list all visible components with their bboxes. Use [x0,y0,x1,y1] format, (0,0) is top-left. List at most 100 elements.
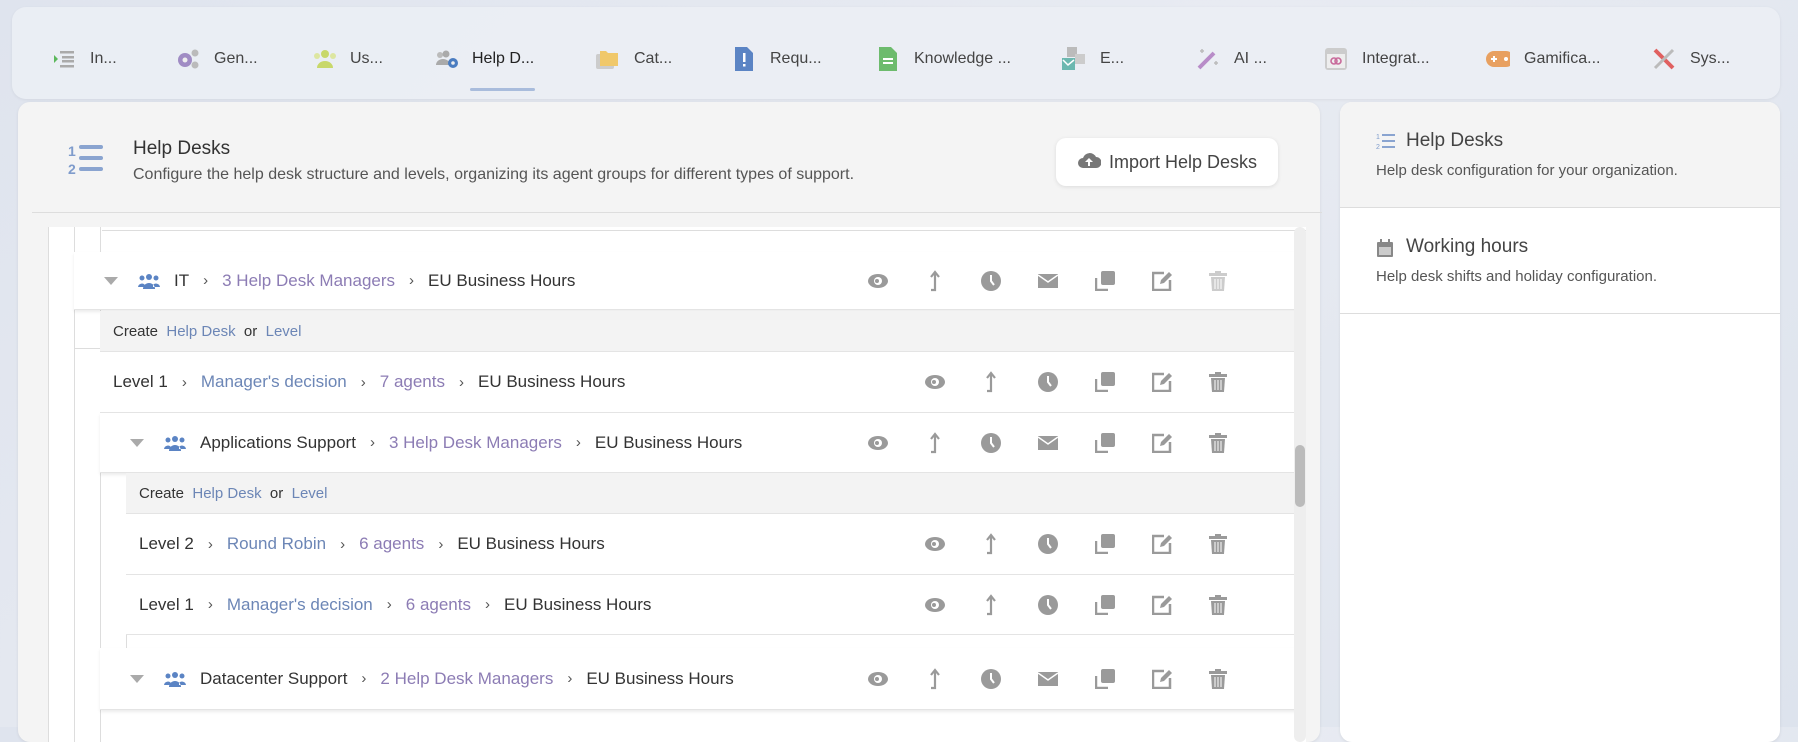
side-section-working-hours[interactable]: Working hours Help desk shifts and holid… [1340,208,1780,314]
assignment-method-link[interactable]: Manager's decision [227,595,373,615]
create-level-link[interactable]: Level [292,485,328,502]
collapse-caret-icon[interactable] [104,276,118,285]
level-name: Level 1 [113,372,168,391]
edit-icon[interactable] [1151,271,1172,291]
desk-name: IT [174,270,190,290]
escalate-arrow-icon[interactable] [984,533,998,555]
tab-gamification[interactable]: Gamifica... [1486,41,1600,77]
trash-icon[interactable] [1209,372,1228,392]
tab-users[interactable]: Us... [312,41,383,77]
agents-link[interactable]: 6 agents [359,534,424,554]
eye-icon[interactable] [924,374,946,390]
hours-label: EU Business Hours [428,270,576,290]
envelope-icon[interactable] [1038,436,1059,450]
help-desk-row[interactable]: Applications Support › 3 Help Desk Manage… [100,413,1306,473]
eye-icon[interactable] [867,273,889,289]
escalate-arrow-icon[interactable] [928,668,942,690]
eye-icon[interactable] [924,536,946,552]
hours-label: EU Business Hours [478,372,626,391]
edit-icon[interactable] [1151,372,1172,392]
scrollbar-thumb[interactable] [1295,445,1305,507]
users-group-icon [164,671,186,687]
tab-requests[interactable]: Requ... [732,41,822,77]
edit-icon[interactable] [1151,595,1172,615]
create-help-desk-link[interactable]: Help Desk [192,485,261,502]
copy-icon[interactable] [1094,271,1115,291]
assignment-method-link[interactable]: Round Robin [227,534,326,554]
cloud-upload-icon [1077,151,1102,174]
side-title: Working hours [1406,236,1529,257]
hours-label: EU Business Hours [594,432,743,452]
email-icon [1062,47,1086,71]
escalate-arrow-icon[interactable] [984,594,998,616]
link-window-icon [1324,47,1348,71]
tab-categories[interactable]: Cat... [596,41,672,77]
envelope-icon[interactable] [1038,274,1059,288]
agents-link[interactable]: 7 agents [380,372,445,392]
level-row[interactable]: Level 1 › Manager's decision › 6 agents › E… [126,575,1306,635]
document-icon [876,47,900,71]
trash-icon[interactable] [1209,595,1228,615]
tab-in[interactable]: In... [52,41,117,77]
copy-icon[interactable] [1094,595,1115,615]
tab-ai[interactable]: AI ... [1196,41,1267,77]
escalate-arrow-icon[interactable] [928,432,942,454]
level-row[interactable]: Level 1 › Manager's decision › 7 agents › E… [100,352,1306,413]
tab-label: Gamifica... [1524,50,1601,67]
clock-icon[interactable] [981,271,1002,291]
clock-icon[interactable] [1038,534,1059,554]
envelope-icon[interactable] [1038,672,1059,686]
managers-link[interactable]: 3 Help Desk Managers [222,271,395,291]
tab-system[interactable]: Sys... [1652,41,1730,77]
managers-link[interactable]: 2 Help Desk Managers [380,669,553,689]
create-level-link[interactable]: Level [266,323,302,340]
collapse-caret-icon[interactable] [130,674,144,683]
tab-email[interactable]: E... [1062,41,1124,77]
copy-icon[interactable] [1094,534,1115,554]
users-group-icon [164,435,186,451]
collapse-caret-icon[interactable] [130,438,144,447]
assignment-method-link[interactable]: Manager's decision [201,372,347,392]
eye-icon[interactable] [867,435,889,451]
help-desk-row[interactable]: IT › 3 Help Desk Managers › EU Business Ho… [74,252,1306,310]
copy-icon[interactable] [1094,433,1115,453]
tab-knowledge[interactable]: Knowledge ... [876,41,1011,77]
level-row[interactable]: Level 2 › Round Robin › 6 agents › EU Busin… [126,514,1306,575]
edit-icon[interactable] [1151,534,1172,554]
eye-icon[interactable] [924,597,946,613]
users-gear-icon [434,47,458,71]
trash-icon[interactable] [1209,669,1228,689]
create-row: Create Help Desk or Level [100,311,1306,352]
previous-row-edge [102,227,1306,231]
tools-icon [1652,47,1676,71]
active-tab-indicator [470,88,535,91]
edit-icon[interactable] [1151,433,1172,453]
create-help-desk-link[interactable]: Help Desk [166,323,235,340]
escalate-arrow-icon[interactable] [928,270,942,292]
trash-icon[interactable] [1209,433,1228,453]
agents-link[interactable]: 6 agents [406,595,471,615]
edit-icon[interactable] [1151,669,1172,689]
tab-help-desks[interactable]: Help D... [434,41,534,77]
divider [32,212,1322,213]
clock-icon[interactable] [981,433,1002,453]
side-section-help-desks[interactable]: 12 Help Desks Help desk configuration fo… [1340,102,1780,208]
gears-icon [176,47,200,71]
tab-label: E... [1100,50,1125,67]
desk-name: Datacenter Support [200,668,348,688]
trash-icon[interactable] [1209,271,1228,291]
clock-icon[interactable] [1038,595,1059,615]
managers-link[interactable]: 3 Help Desk Managers [389,433,562,453]
tab-general[interactable]: Gen... [176,41,258,77]
clock-icon[interactable] [1038,372,1059,392]
import-help-desks-button[interactable]: Import Help Desks [1056,138,1278,186]
tab-integrations[interactable]: Integrat... [1324,41,1430,77]
copy-icon[interactable] [1094,669,1115,689]
trash-icon[interactable] [1209,534,1228,554]
copy-icon[interactable] [1094,372,1115,392]
clock-icon[interactable] [981,669,1002,689]
help-desk-row[interactable]: Datacenter Support › 2 Help Desk Managers… [100,648,1306,710]
eye-icon[interactable] [867,671,889,687]
escalate-arrow-icon[interactable] [984,371,998,393]
svg-text:2: 2 [1376,144,1380,150]
